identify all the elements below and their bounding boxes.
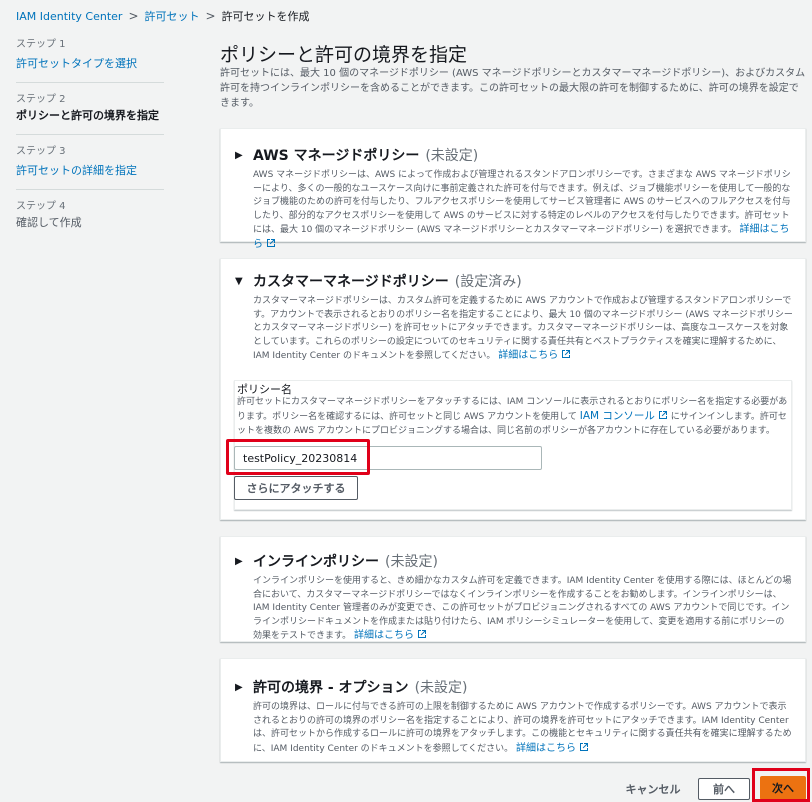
section-status: (未設定) (385, 554, 438, 570)
iam-console-link[interactable]: IAM コンソール (580, 410, 668, 422)
step-number: ステップ 4 (16, 201, 66, 212)
section-title: AWS マネージドポリシー (253, 148, 420, 164)
section-title: カスタマーマネージドポリシー (253, 274, 449, 290)
step-number: ステップ 2 (16, 94, 66, 105)
page-title: ポリシーと許可の境界を指定 (220, 44, 468, 66)
aws-managed-policies-header[interactable]: ▶ AWS マネージドポリシー (未設定) (235, 145, 793, 165)
step-1: ステップ 1 許可セットタイプを選択 (16, 38, 164, 83)
breadcrumb-current: 許可セットを作成 (221, 10, 310, 23)
caret-right-icon: ▶ (235, 149, 243, 161)
previous-button[interactable]: 前へ (698, 778, 750, 800)
external-link-icon (417, 630, 426, 638)
section-description: 許可の境界は、ロールに付与できる許可の上限を制御するために AWS アカウントで… (253, 702, 792, 754)
wizard-steps: ステップ 1 許可セットタイプを選択 ステップ 2 ポリシーと許可の境界を指定 … (16, 38, 164, 251)
breadcrumb-iam-identity-center[interactable]: IAM Identity Center (16, 10, 122, 23)
inline-policy-panel: ▶ インラインポリシー (未設定) インラインポリシーを使用すると、きめ細かなカ… (220, 536, 806, 642)
external-link-icon (562, 350, 571, 358)
page-description: 許可セットには、最大 10 個のマネージドポリシー (AWS マネージドポリシー… (220, 68, 806, 109)
customer-managed-policies-header[interactable]: ▼ カスタマーマネージドポリシー (設定済み) (235, 271, 793, 291)
section-status: (未設定) (425, 148, 479, 164)
caret-right-icon: ▶ (235, 555, 243, 567)
step-link-select-type[interactable]: 許可セットタイプを選択 (16, 57, 137, 70)
section-status: (設定済み) (454, 274, 522, 290)
attach-more-button[interactable]: さらにアタッチする (234, 476, 358, 500)
breadcrumb: IAM Identity Center > 許可セット > 許可セットを作成 (16, 8, 310, 24)
step-number: ステップ 3 (16, 146, 66, 157)
next-button[interactable]: 次へ (760, 776, 806, 800)
section-title: インラインポリシー (253, 554, 379, 570)
step-3: ステップ 3 許可セットの詳細を指定 (16, 145, 164, 190)
section-title: 許可の境界 - オプション (253, 680, 409, 696)
step-current-label: ポリシーと許可の境界を指定 (16, 109, 159, 122)
learn-more-link[interactable]: 詳細はこちら (498, 350, 571, 361)
step-number: ステップ 1 (16, 39, 66, 50)
permissions-boundary-panel: ▶ 許可の境界 - オプション (未設定) 許可の境界は、ロールに付与できる許可… (220, 658, 806, 762)
breadcrumb-permission-sets[interactable]: 許可セット (145, 8, 200, 24)
section-description: AWS マネージドポリシーは、AWS によって作成および管理されるスタンドアロン… (253, 170, 791, 250)
step-disabled-label: 確認して作成 (16, 216, 82, 229)
cancel-button[interactable]: キャンセル (616, 778, 690, 800)
learn-more-link[interactable]: 詳細はこちら (354, 630, 427, 641)
external-link-icon (580, 742, 589, 751)
step-4: ステップ 4 確認して作成 (16, 200, 164, 241)
external-link-icon (267, 238, 275, 247)
chevron-right-icon: > (205, 9, 216, 23)
aws-managed-policies-panel: ▶ AWS マネージドポリシー (未設定) AWS マネージドポリシーは、AWS… (220, 128, 806, 250)
section-description: インラインポリシーを使用すると、きめ細かなカスタム許可を定義できます。IAM I… (253, 576, 792, 641)
external-link-icon (658, 411, 667, 419)
section-status: (未設定) (414, 680, 468, 696)
inline-policy-header[interactable]: ▶ インラインポリシー (未設定) (235, 551, 793, 571)
permissions-boundary-header[interactable]: ▶ 許可の境界 - オプション (未設定) (235, 677, 793, 697)
chevron-right-icon: > (128, 9, 139, 23)
caret-right-icon: ▶ (235, 681, 243, 693)
section-description: カスタマーマネージドポリシーは、カスタム許可を定義するために AWS アカウント… (253, 296, 793, 361)
policy-name-input[interactable] (234, 446, 542, 470)
step-2: ステップ 2 ポリシーと許可の境界を指定 (16, 93, 164, 135)
caret-down-icon: ▼ (235, 275, 243, 287)
policy-name-description: 許可セットにカスタマーマネージドポリシーをアタッチするには、IAM コンソールに… (237, 397, 788, 436)
learn-more-link[interactable]: 詳細はこちら (516, 742, 589, 754)
step-link-details[interactable]: 許可セットの詳細を指定 (16, 164, 137, 177)
